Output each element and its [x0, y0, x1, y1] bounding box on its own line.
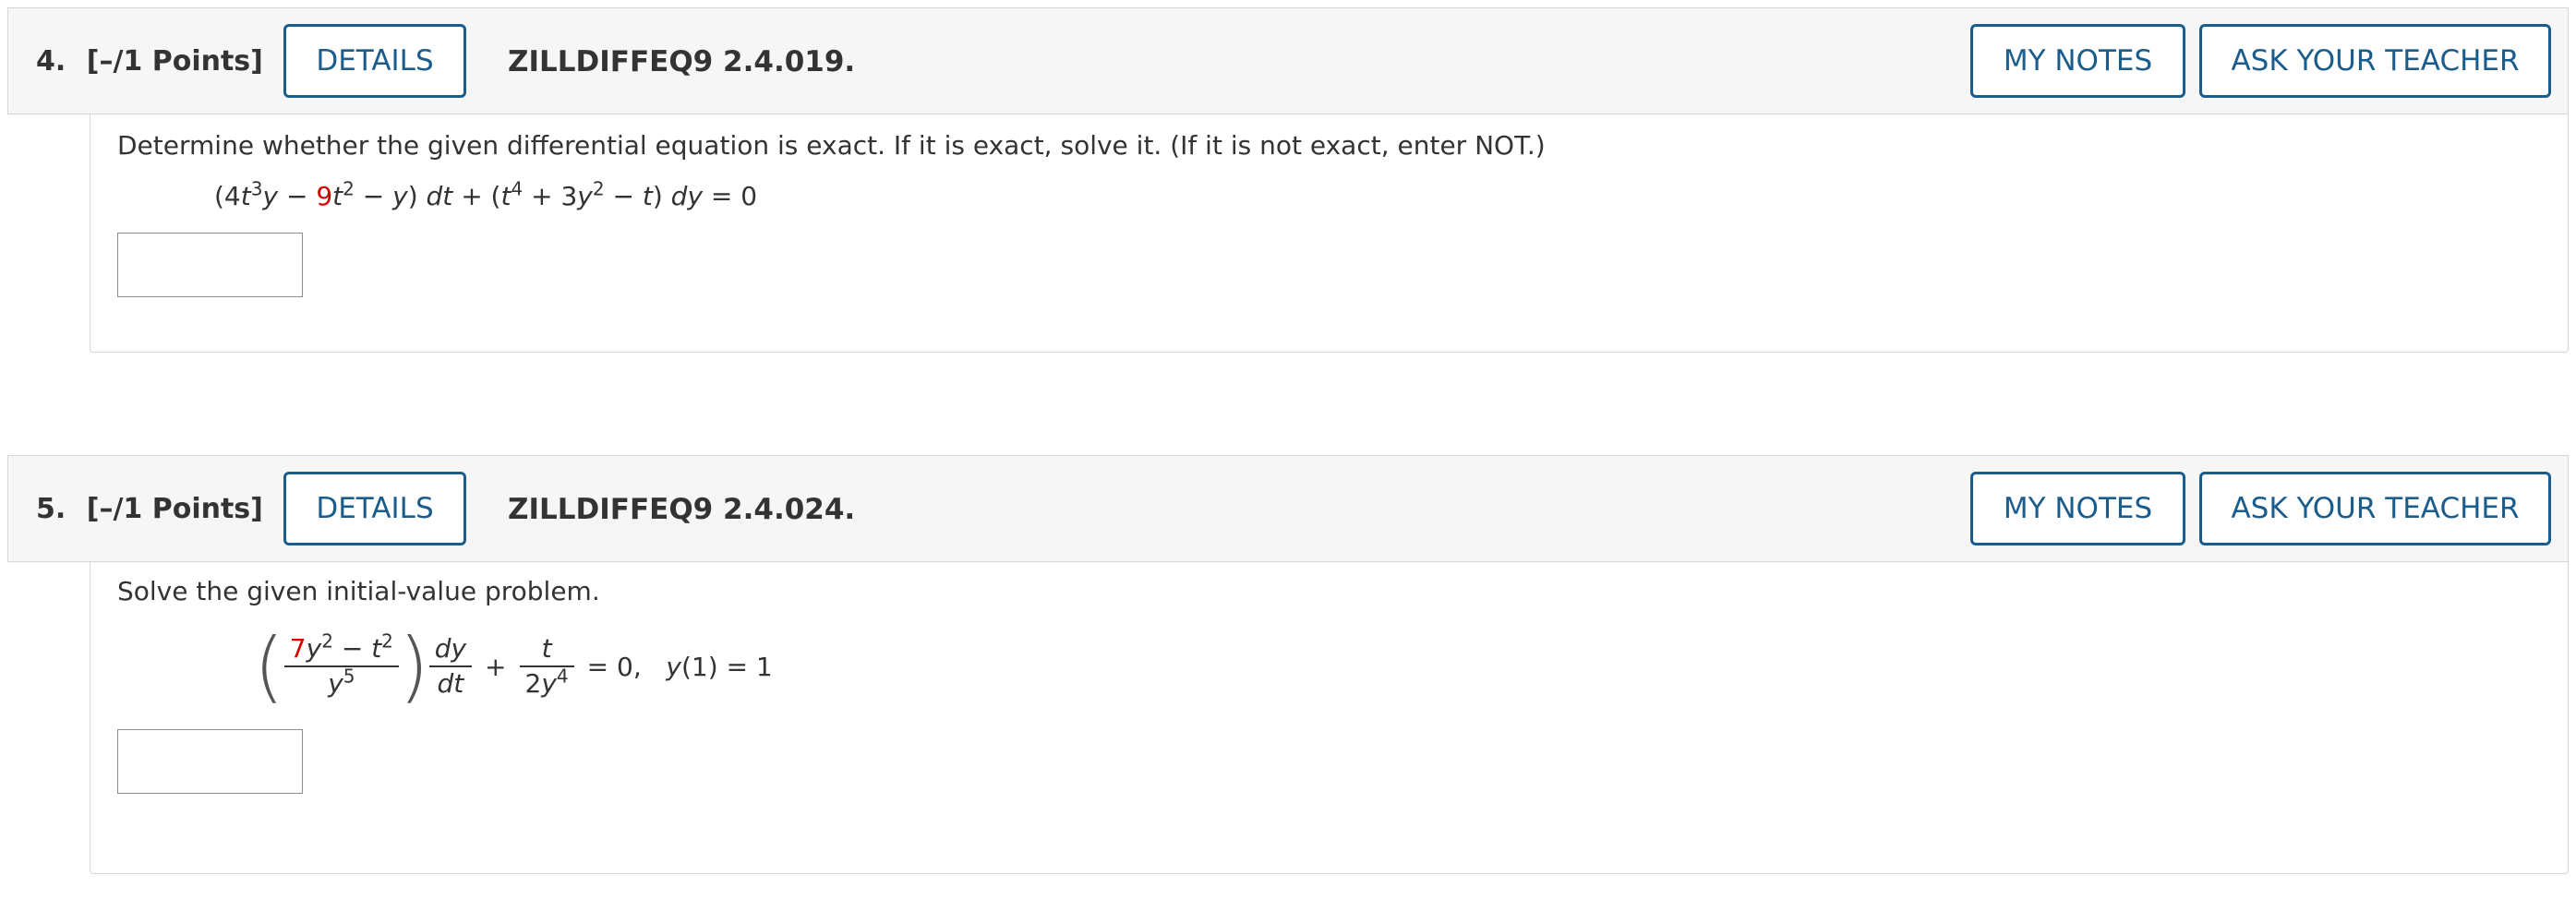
my-notes-button[interactable]: MY NOTES: [1970, 472, 2185, 545]
question-code: ZILLDIFFEQ9 2.4.024.: [508, 493, 856, 526]
question-prompt: Solve the given initial-value problem.: [117, 576, 600, 606]
derivative-fraction: dy dt: [428, 632, 473, 701]
question-points: [–/1 Points]: [86, 493, 263, 525]
question-code: ZILLDIFFEQ9 2.4.019.: [508, 45, 856, 78]
ask-your-teacher-button[interactable]: ASK YOUR TEACHER: [2199, 24, 2551, 98]
left-paren: (: [254, 621, 284, 712]
highlight-coefficient: 9: [316, 181, 333, 211]
question-5-number: 5. [–/1 Points]: [36, 456, 263, 563]
details-button[interactable]: DETAILS: [283, 24, 466, 98]
question-number: 5.: [36, 493, 66, 525]
question-prompt: Determine whether the given differential…: [117, 130, 1546, 161]
ask-your-teacher-button[interactable]: ASK YOUR TEACHER: [2199, 472, 2551, 545]
question-points: [–/1 Points]: [86, 45, 263, 78]
highlight-coefficient: 7: [289, 633, 307, 664]
fraction-1: 7y2 − t2 y5: [283, 632, 399, 701]
differential-equation: (4t3y − 9t2 − y) dt + (t4 + 3y2 − t) dy …: [214, 177, 758, 211]
question-4-header: 4. [–/1 Points] DETAILS ZILLDIFFEQ9 2.4.…: [7, 7, 2569, 114]
details-button[interactable]: DETAILS: [283, 472, 466, 545]
right-paren: ): [398, 621, 429, 712]
answer-input[interactable]: [117, 233, 303, 297]
my-notes-button[interactable]: MY NOTES: [1970, 24, 2185, 98]
question-5-header: 5. [–/1 Points] DETAILS ZILLDIFFEQ9 2.4.…: [7, 455, 2569, 562]
fraction-2: t 2y4: [519, 632, 574, 701]
answer-input[interactable]: [117, 729, 303, 794]
question-5-body: [90, 562, 2569, 874]
question-number: 4.: [36, 45, 66, 78]
initial-value-equation: ( 7y2 − t2 y5 ) dy dt + t 2y4 = 0, y(1) …: [254, 621, 773, 712]
question-4-number: 4. [–/1 Points]: [36, 8, 263, 115]
